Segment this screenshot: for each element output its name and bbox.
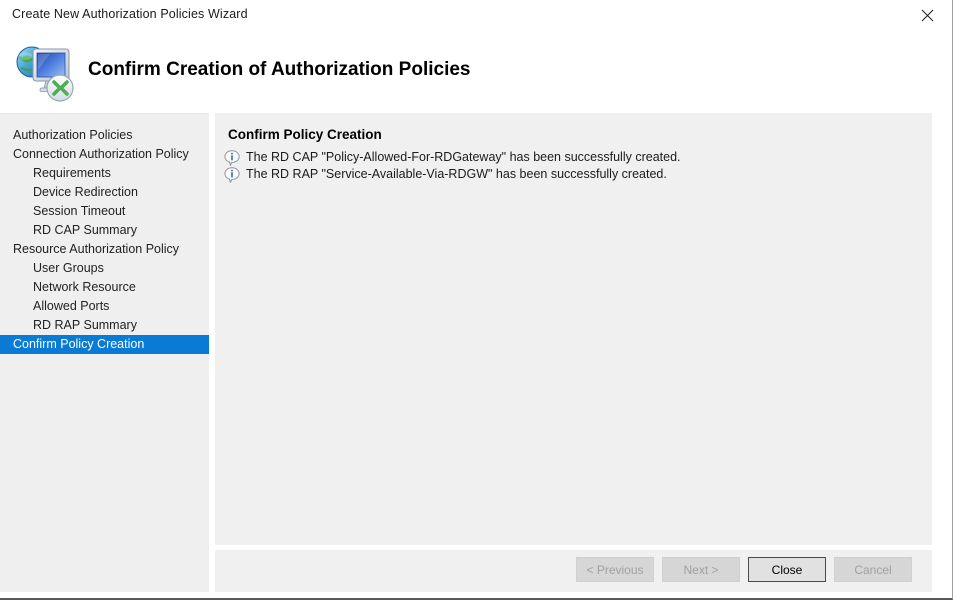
sidebar-item-authorization-policies[interactable]: Authorization Policies xyxy=(0,126,209,145)
footer-button-row: < Previous Next > Close Cancel xyxy=(576,557,912,582)
info-icon xyxy=(224,167,240,183)
window-bottom-strip xyxy=(0,592,951,598)
sidebar-item-rd-rap-summary[interactable]: RD RAP Summary xyxy=(0,316,209,335)
info-icon xyxy=(224,150,240,166)
close-window-button[interactable] xyxy=(905,0,950,30)
sidebar-item-allowed-ports[interactable]: Allowed Ports xyxy=(0,297,209,316)
step-list: Authorization Policies Connection Authori… xyxy=(0,126,209,354)
info-icon xyxy=(224,150,240,166)
sidebar-item-network-resource[interactable]: Network Resource xyxy=(0,278,209,297)
title-bar: Create New Authorization Policies Wizard xyxy=(0,0,951,31)
close-icon xyxy=(921,9,934,21)
rd-gateway-icon xyxy=(12,38,84,106)
page-title: Confirm Creation of Authorization Polici… xyxy=(88,59,471,80)
confirmation-message-list: The RD CAP "Policy-Allowed-For-RDGateway… xyxy=(224,149,924,183)
sidebar-item-requirements[interactable]: Requirements xyxy=(0,164,209,183)
previous-button: < Previous xyxy=(576,557,654,582)
wizard-header: Confirm Creation of Authorization Polici… xyxy=(0,31,951,112)
sidebar-item-device-redirection[interactable]: Device Redirection xyxy=(0,183,209,202)
confirmation-message-text: The RD RAP "Service-Available-Via-RDGW" … xyxy=(246,167,667,181)
wizard-step-sidebar: Authorization Policies Connection Authori… xyxy=(0,113,209,592)
wizard-window: Create New Authorization Policies Wizard xyxy=(0,0,953,600)
sidebar-item-rd-cap-summary[interactable]: RD CAP Summary xyxy=(0,221,209,240)
sidebar-item-resource-authorization-policy[interactable]: Resource Authorization Policy xyxy=(0,240,209,259)
sidebar-item-user-groups[interactable]: User Groups xyxy=(0,259,209,278)
window-title: Create New Authorization Policies Wizard xyxy=(12,7,248,21)
wizard-content-panel: Confirm Policy Creation The RD CAP "Poli… xyxy=(215,113,932,545)
sidebar-item-session-timeout[interactable]: Session Timeout xyxy=(0,202,209,221)
confirmation-message-row: The RD RAP "Service-Available-Via-RDGW" … xyxy=(224,166,924,183)
close-button[interactable]: Close xyxy=(748,557,826,582)
wizard-footer: < Previous Next > Close Cancel xyxy=(215,550,932,592)
cancel-button: Cancel xyxy=(834,557,912,582)
confirmation-message-text: The RD CAP "Policy-Allowed-For-RDGateway… xyxy=(246,150,681,164)
content-heading: Confirm Policy Creation xyxy=(228,127,382,142)
confirmation-message-row: The RD CAP "Policy-Allowed-For-RDGateway… xyxy=(224,149,924,166)
next-button: Next > xyxy=(662,557,740,582)
sidebar-item-connection-authorization-policy[interactable]: Connection Authorization Policy xyxy=(0,145,209,164)
sidebar-item-confirm-policy-creation[interactable]: Confirm Policy Creation xyxy=(0,335,209,354)
info-icon xyxy=(224,167,240,183)
